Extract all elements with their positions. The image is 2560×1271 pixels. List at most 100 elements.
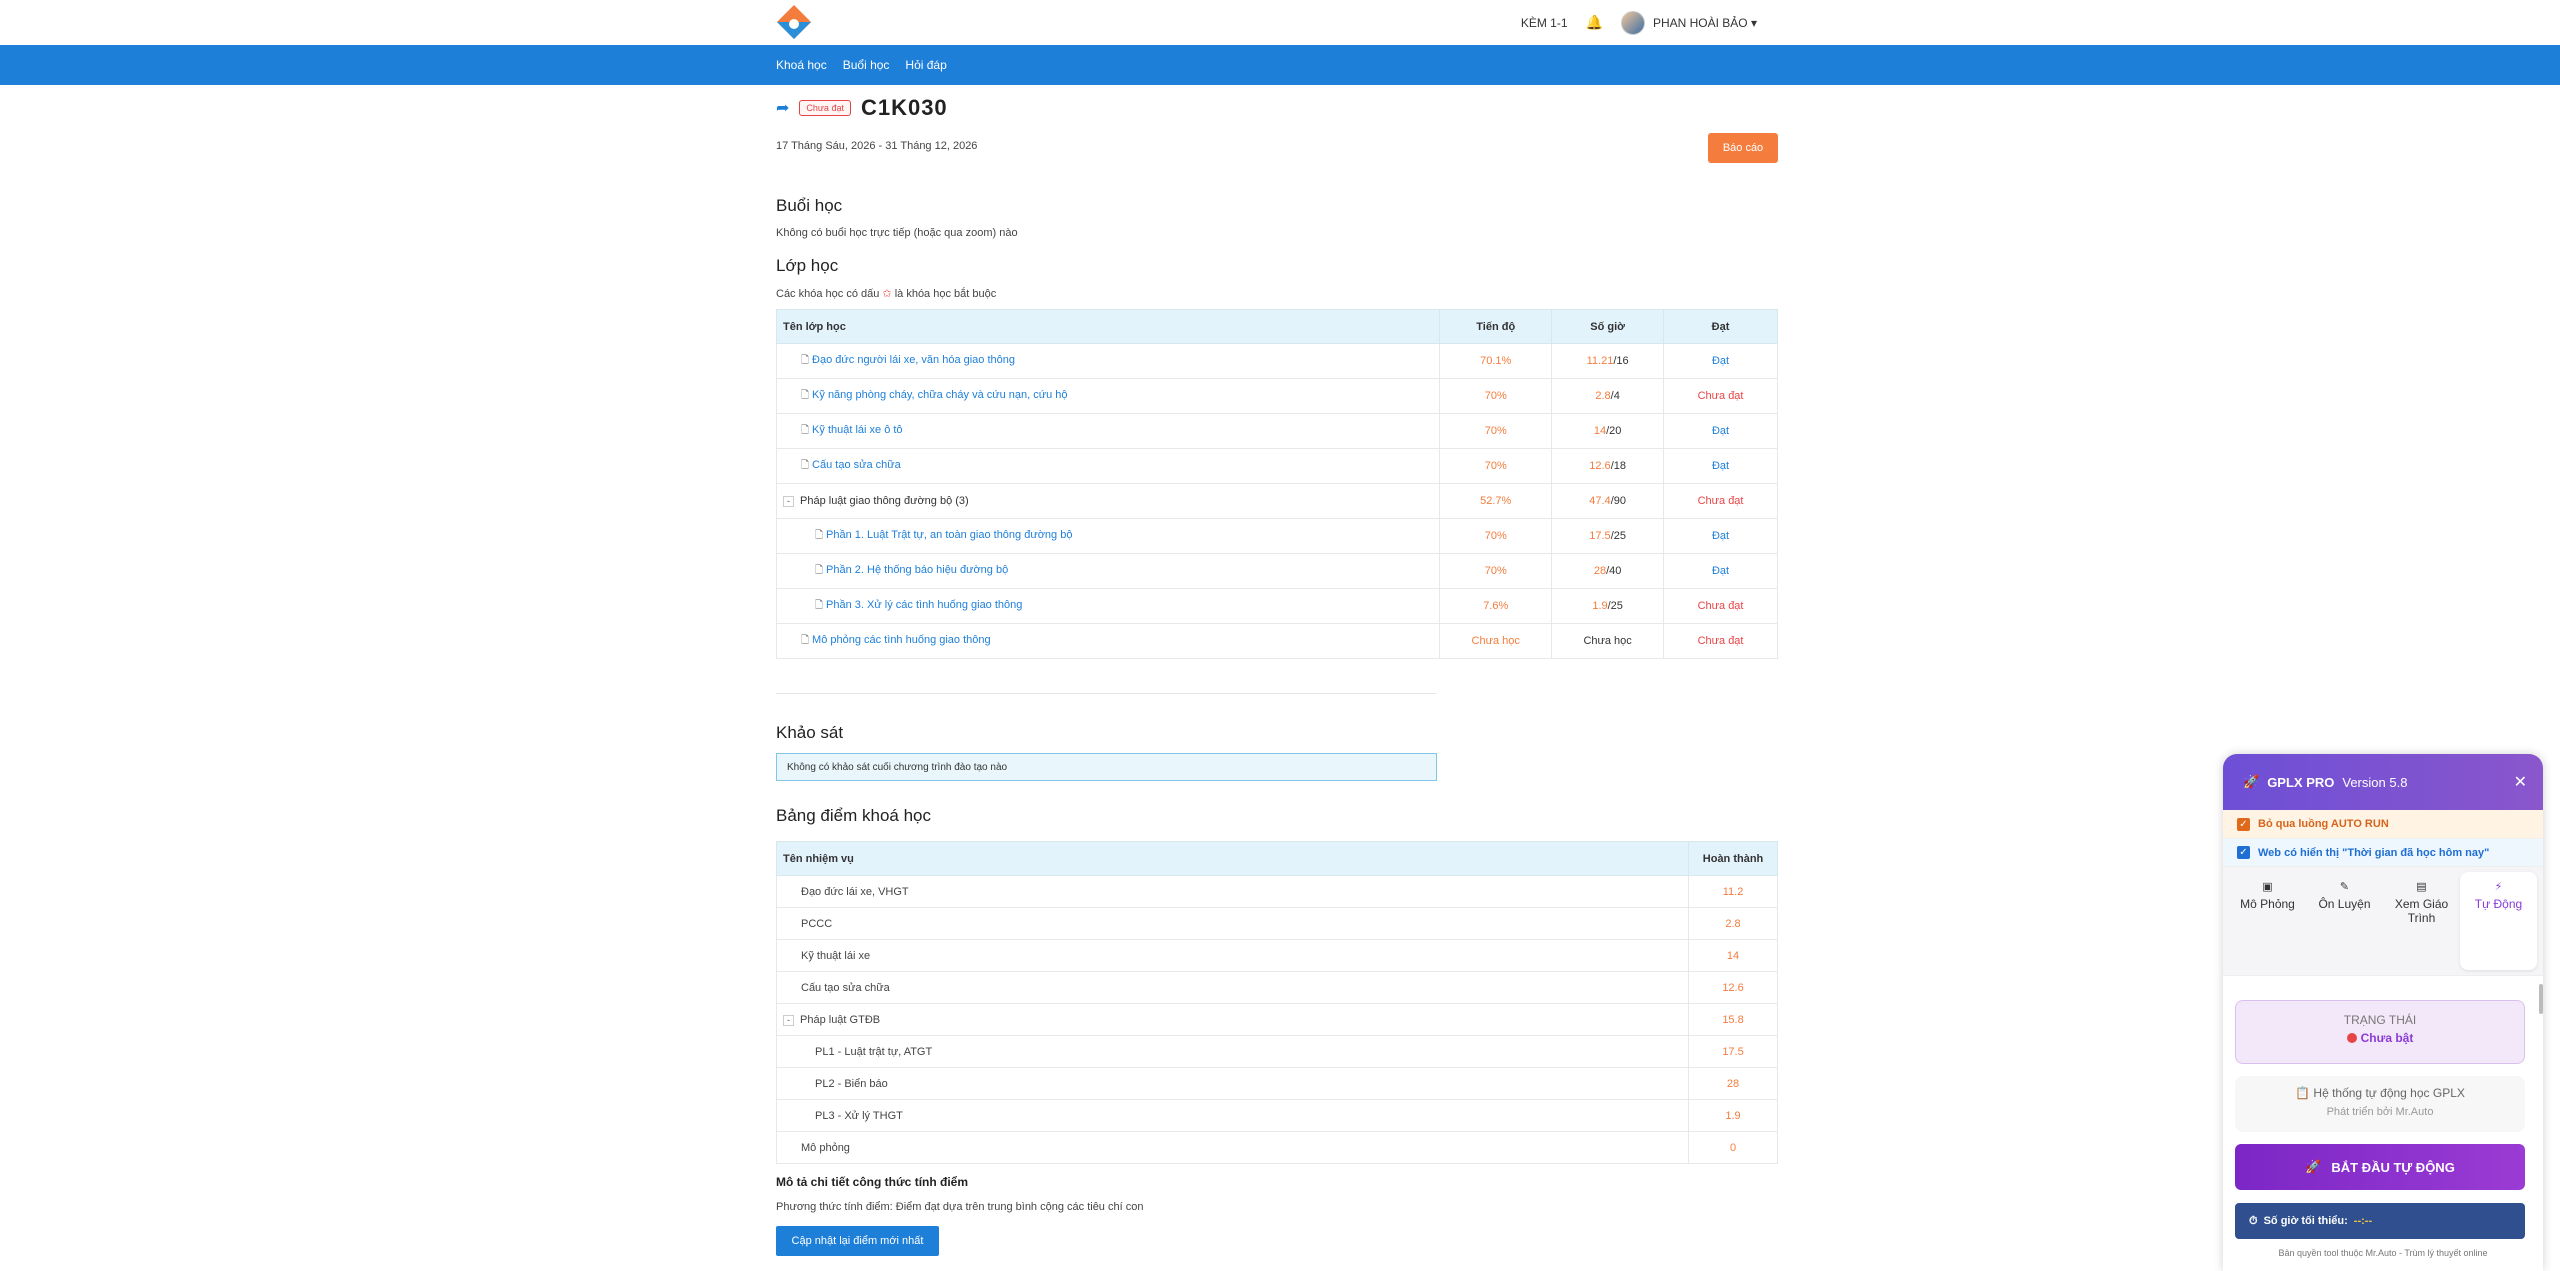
classes-table: Tên lớp học Tiến độ Số giờ Đạt 🗋 Đạo đức … bbox=[775, 309, 1778, 659]
progress-value: 70% bbox=[1439, 378, 1553, 414]
hours-value: 47.4/90 bbox=[1551, 483, 1665, 519]
class-link[interactable]: Phần 3. Xử lý các tình huống giao thông bbox=[826, 599, 1022, 611]
tab-label: Xem Giáo Trình bbox=[2394, 897, 2449, 925]
score-value: 15.8 bbox=[1688, 1003, 1778, 1036]
document-icon: 🗋 bbox=[801, 389, 810, 401]
table-row: 🗋 Phần 2. Hệ thống báo hiệu đường bộ 70% … bbox=[775, 553, 1778, 589]
score-value: 11.2 bbox=[1688, 875, 1778, 908]
document-icon: 🗋 bbox=[801, 424, 810, 436]
document-icon: 📋 bbox=[2295, 1086, 2311, 1100]
class-link[interactable]: Phần 2. Hệ thống báo hiệu đường bộ bbox=[826, 564, 1008, 576]
nav-sessions[interactable]: Buổi học bbox=[843, 58, 890, 72]
panel-scrollbar[interactable] bbox=[2539, 984, 2543, 1014]
checkbox-label: Web có hiển thị "Thời gian đã học hôm na… bbox=[2258, 846, 2490, 859]
tab-curriculum[interactable]: ▤ Xem Giáo Trình bbox=[2383, 872, 2460, 970]
tab-auto[interactable]: ⚡ Tự Động bbox=[2460, 872, 2537, 970]
document-icon: 🗋 bbox=[801, 634, 810, 646]
table-row: 🗋 Kỹ năng phòng cháy, chữa cháy và cứu nạ… bbox=[775, 378, 1778, 414]
progress-value: 70% bbox=[1439, 448, 1553, 484]
table-row: 🗋 Phần 3. Xử lý các tình huống giao thông… bbox=[775, 588, 1778, 624]
table-row: 🗋 Phần 1. Luật Trật tự, an toàn giao thôn… bbox=[775, 518, 1778, 554]
result-value: Chưa đạt bbox=[1663, 588, 1778, 624]
document-icon: 🗋 bbox=[801, 459, 810, 471]
clock-icon: ⏱ bbox=[2249, 1214, 2258, 1227]
class-link[interactable]: Cấu tạo sửa chữa bbox=[812, 459, 901, 471]
site-logo[interactable] bbox=[776, 4, 812, 40]
hours-value: 14/20 bbox=[1551, 413, 1665, 449]
skip-autorun-checkbox[interactable]: ✓ Bỏ qua luồng AUTO RUN bbox=[2223, 810, 2543, 838]
result-value: Chưa đạt bbox=[1663, 623, 1778, 659]
info-box: 📋 Hệ thống tự động học GPLX Phát triển b… bbox=[2235, 1076, 2525, 1132]
table-row: Đạo đức lái xe, VHGT 11.2 bbox=[775, 875, 1778, 908]
document-icon: 🗋 bbox=[801, 354, 810, 366]
score-value: 1.9 bbox=[1688, 1099, 1778, 1132]
survey-title: Khảo sát bbox=[776, 723, 844, 742]
task-name: Kỹ thuật lái xe bbox=[775, 939, 1690, 972]
checkbox-icon: ✓ bbox=[2237, 846, 2250, 859]
score-value: 14 bbox=[1688, 939, 1778, 972]
table-row: Kỹ thuật lái xe 14 bbox=[775, 939, 1778, 972]
collapse-icon[interactable]: - bbox=[783, 1014, 794, 1026]
task-name: Pháp luật GTĐB bbox=[800, 1013, 881, 1026]
close-icon[interactable]: ✕ bbox=[2514, 772, 2527, 792]
score-value: 0 bbox=[1688, 1131, 1778, 1164]
status-box: TRẠNG THÁI Chưa bật bbox=[2235, 1000, 2525, 1064]
table-row: 🗋 Đạo đức người lái xe, văn hóa giao thôn… bbox=[775, 343, 1778, 379]
start-auto-button[interactable]: 🚀 BẮT ĐẦU TỰ ĐỘNG bbox=[2235, 1144, 2525, 1190]
hours-value: Chưa học bbox=[1551, 623, 1665, 659]
panel-version: Version 5.8 bbox=[2342, 774, 2408, 790]
class-link[interactable]: Đạo đức người lái xe, văn hóa giao thông bbox=[812, 354, 1015, 366]
scores-table: Tên nhiệm vụ Hoàn thành Đạo đức lái xe, … bbox=[775, 841, 1778, 1164]
update-scores-button[interactable]: Cập nhật lại điểm mới nhất bbox=[776, 1226, 939, 1256]
collapse-icon[interactable]: - bbox=[783, 496, 794, 507]
task-name: Đạo đức lái xe, VHGT bbox=[775, 875, 1690, 908]
hours-value: 17.5/25 bbox=[1551, 518, 1665, 554]
hours-value: 11.21/16 bbox=[1551, 343, 1665, 379]
back-icon[interactable]: ➦ bbox=[776, 98, 789, 118]
scores-title: Bảng điểm khoá học bbox=[776, 806, 931, 825]
nav-qa[interactable]: Hỏi đáp bbox=[905, 58, 946, 72]
divider bbox=[776, 693, 1436, 694]
status-value: Chưa bật bbox=[2360, 1031, 2414, 1045]
progress-value: 70.1% bbox=[1439, 343, 1553, 379]
bell-icon[interactable]: 🔔 bbox=[1586, 14, 1603, 31]
column-header: Tên lớp học bbox=[775, 309, 1441, 344]
start-label: BẮT ĐẦU TỰ ĐỘNG bbox=[2331, 1159, 2455, 1175]
class-link[interactable]: Phần 1. Luật Trật tự, an toàn giao thông… bbox=[826, 529, 1072, 541]
table-row: - Pháp luật giao thông đường bộ (3) 52.7%… bbox=[775, 483, 1778, 519]
rocket-icon: 🚀 bbox=[2243, 774, 2260, 789]
hours-value: 1.9/25 bbox=[1551, 588, 1665, 624]
column-header: Tên nhiệm vụ bbox=[775, 841, 1690, 876]
table-row: 🗋 Cấu tạo sửa chữa 70% 12.6/18 Đạt bbox=[775, 448, 1778, 484]
column-header: Tiến độ bbox=[1439, 309, 1553, 344]
progress-value: 7.6% bbox=[1439, 588, 1553, 624]
user-menu[interactable]: PHAN HOÀI BẢO ▾ bbox=[1620, 10, 1757, 35]
star-icon: ✩ bbox=[882, 288, 892, 300]
task-name: PL2 - Biển báo bbox=[775, 1067, 1690, 1100]
min-hours-value: --:-- bbox=[2353, 1215, 2373, 1227]
copyright: Bản quyền tool thuộc Mr.Auto - Trùm lý t… bbox=[2278, 1248, 2488, 1258]
report-button[interactable]: Báo cáo bbox=[1708, 133, 1778, 163]
score-value: 28 bbox=[1688, 1067, 1778, 1100]
result-value: Đạt bbox=[1663, 553, 1778, 589]
result-value: Đạt bbox=[1663, 343, 1778, 379]
nav-courses[interactable]: Khoá học bbox=[776, 58, 827, 72]
class-link[interactable]: Kỹ thuật lái xe ô tô bbox=[812, 424, 903, 436]
class-link[interactable]: Kỹ năng phòng cháy, chữa cháy và cứu nạn… bbox=[812, 389, 1068, 401]
tab-practice[interactable]: ✎ Ôn Luyện bbox=[2306, 872, 2383, 970]
tab-simulation[interactable]: ▣ Mô Phỏng bbox=[2229, 872, 2306, 970]
progress-value: 70% bbox=[1439, 518, 1553, 554]
table-row: - Pháp luật GTĐB 15.8 bbox=[775, 1003, 1778, 1036]
classes-title: Lớp học bbox=[776, 256, 839, 275]
table-row: PCCC 2.8 bbox=[775, 907, 1778, 940]
avatar bbox=[1620, 10, 1645, 35]
panel-tabs: ▣ Mô Phỏng ✎ Ôn Luyện ▤ Xem Giáo Trình ⚡ Tự … bbox=[2223, 866, 2543, 976]
top-bar: KÈM 1-1 🔔 PHAN HOÀI BẢO ▾ bbox=[0, 0, 2560, 45]
rocket-icon: 🚀 bbox=[2305, 1159, 2322, 1174]
tab-label: Mô Phỏng bbox=[2240, 897, 2295, 911]
column-header: Số giờ bbox=[1551, 309, 1665, 344]
show-time-checkbox[interactable]: ✓ Web có hiển thị "Thời gian đã học hôm … bbox=[2223, 838, 2543, 866]
class-link[interactable]: Mô phỏng các tình huống giao thông bbox=[812, 634, 991, 646]
progress-value: Chưa học bbox=[1439, 623, 1553, 659]
result-value: Chưa đạt bbox=[1663, 483, 1778, 519]
